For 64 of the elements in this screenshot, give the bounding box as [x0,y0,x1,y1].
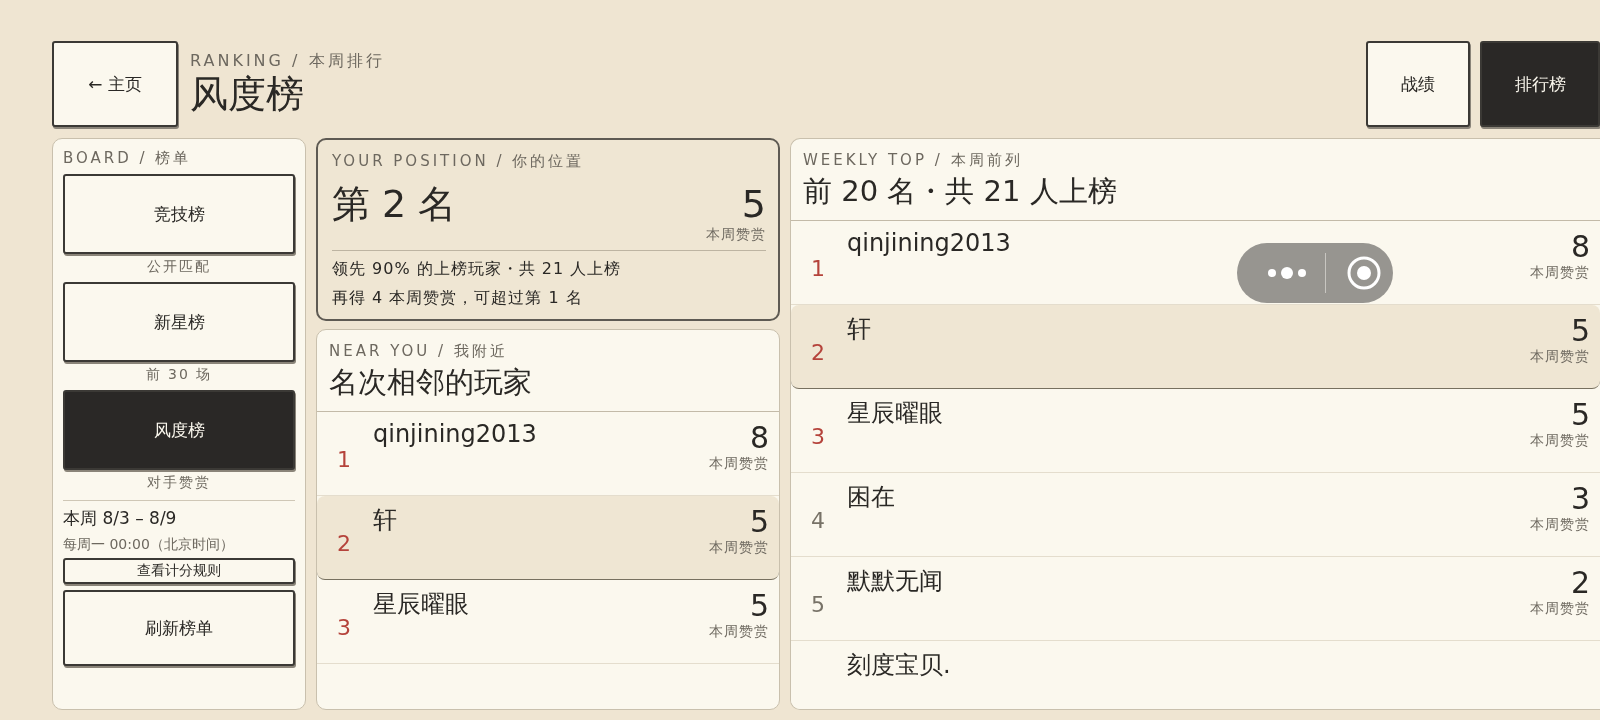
score-value: 5 [1570,313,1590,348]
refresh-button[interactable]: 刷新榜单 [63,590,295,666]
player-name: 刻度宝贝. [847,650,951,681]
more-icon[interactable] [1267,266,1307,280]
rank-number: 1 [337,447,352,472]
score-value: 8 [1570,229,1590,264]
panel-eyebrow: BOARD / 榜单 [63,149,193,168]
rules-button[interactable]: 查看计分规则 [63,558,295,584]
rank-number: 2 [811,340,826,365]
back-button[interactable]: ← 主页 [52,41,178,127]
score-label: 本周赞赏 [706,226,766,244]
score-value: 5 [749,588,769,623]
rank-number: 2 [337,531,352,556]
rank-number: 3 [337,615,352,640]
player-name: 默默无闻 [847,566,943,597]
score-value: 8 [749,420,769,455]
nav-tab[interactable]: 战绩 [1366,41,1470,127]
player-name: 星辰曜眼 [847,398,943,429]
rank-number: 1 [811,256,826,281]
board-button[interactable]: 风度榜 [63,390,295,470]
rank-number: 5 [811,592,826,617]
panel-title: 前 20 名・共 21 人上榜 [803,173,1118,210]
rank-number: 3 [811,424,826,449]
player-name: 轩 [847,314,871,345]
panel-title: 名次相邻的玩家 [329,364,533,401]
position-note: 领先 90% 的上榜玩家・共 21 人上榜 [332,259,623,280]
score-value: 5 [741,182,766,226]
score-label: 本周赞赏 [709,623,769,641]
score-label: 本周赞赏 [1530,516,1590,534]
score-label: 本周赞赏 [709,455,769,473]
page-title: 风度榜 [190,71,305,118]
player-name: qinjining2013 [847,229,1011,257]
panel-eyebrow: YOUR POSITION / 你的位置 [332,152,586,171]
rank-number: 4 [811,508,826,533]
panel-eyebrow: NEAR YOU / 我附近 [329,342,509,361]
score-label: 本周赞赏 [709,539,769,557]
player-name: 星辰曜眼 [373,589,469,620]
score-label: 本周赞赏 [1530,264,1590,282]
board-caption: 对手赞赏 [146,474,212,492]
board-button[interactable]: 新星榜 [63,282,295,362]
player-name: 困在 [847,482,895,513]
player-name: 轩 [373,505,397,536]
player-name: qinjining2013 [373,420,537,448]
board-button[interactable]: 竞技榜 [63,174,295,254]
week-range: 本周 8/3 – 8/9 [63,507,178,530]
score-value: 5 [749,504,769,539]
score-label: 本周赞赏 [1530,600,1590,618]
board-caption: 前 30 场 [144,366,214,384]
capsule-menu[interactable] [1237,243,1393,303]
rank-title: 第 2 名 [332,181,458,228]
nav-tab[interactable]: 排行榜 [1480,41,1600,127]
score-value: 3 [1570,481,1590,516]
reset-time: 每周一 00:00（北京时间） [63,536,235,554]
ranking-row[interactable]: 2 轩 5 本周赞赏 [791,305,1600,389]
score-label: 本周赞赏 [1530,348,1590,366]
ranking-row[interactable]: 2 轩 5 本周赞赏 [317,496,779,580]
score-value: 2 [1570,565,1590,600]
position-note: 再得 4 本周赞赏，可超过第 1 名 [332,288,584,309]
score-value: 5 [1570,397,1590,432]
board-caption: 公开匹配 [146,258,212,276]
panel-eyebrow: WEEKLY TOP / 本周前列 [803,151,1024,170]
page-eyebrow: RANKING / 本周排行 [190,50,386,72]
target-icon[interactable] [1346,255,1382,291]
score-label: 本周赞赏 [1530,432,1590,450]
